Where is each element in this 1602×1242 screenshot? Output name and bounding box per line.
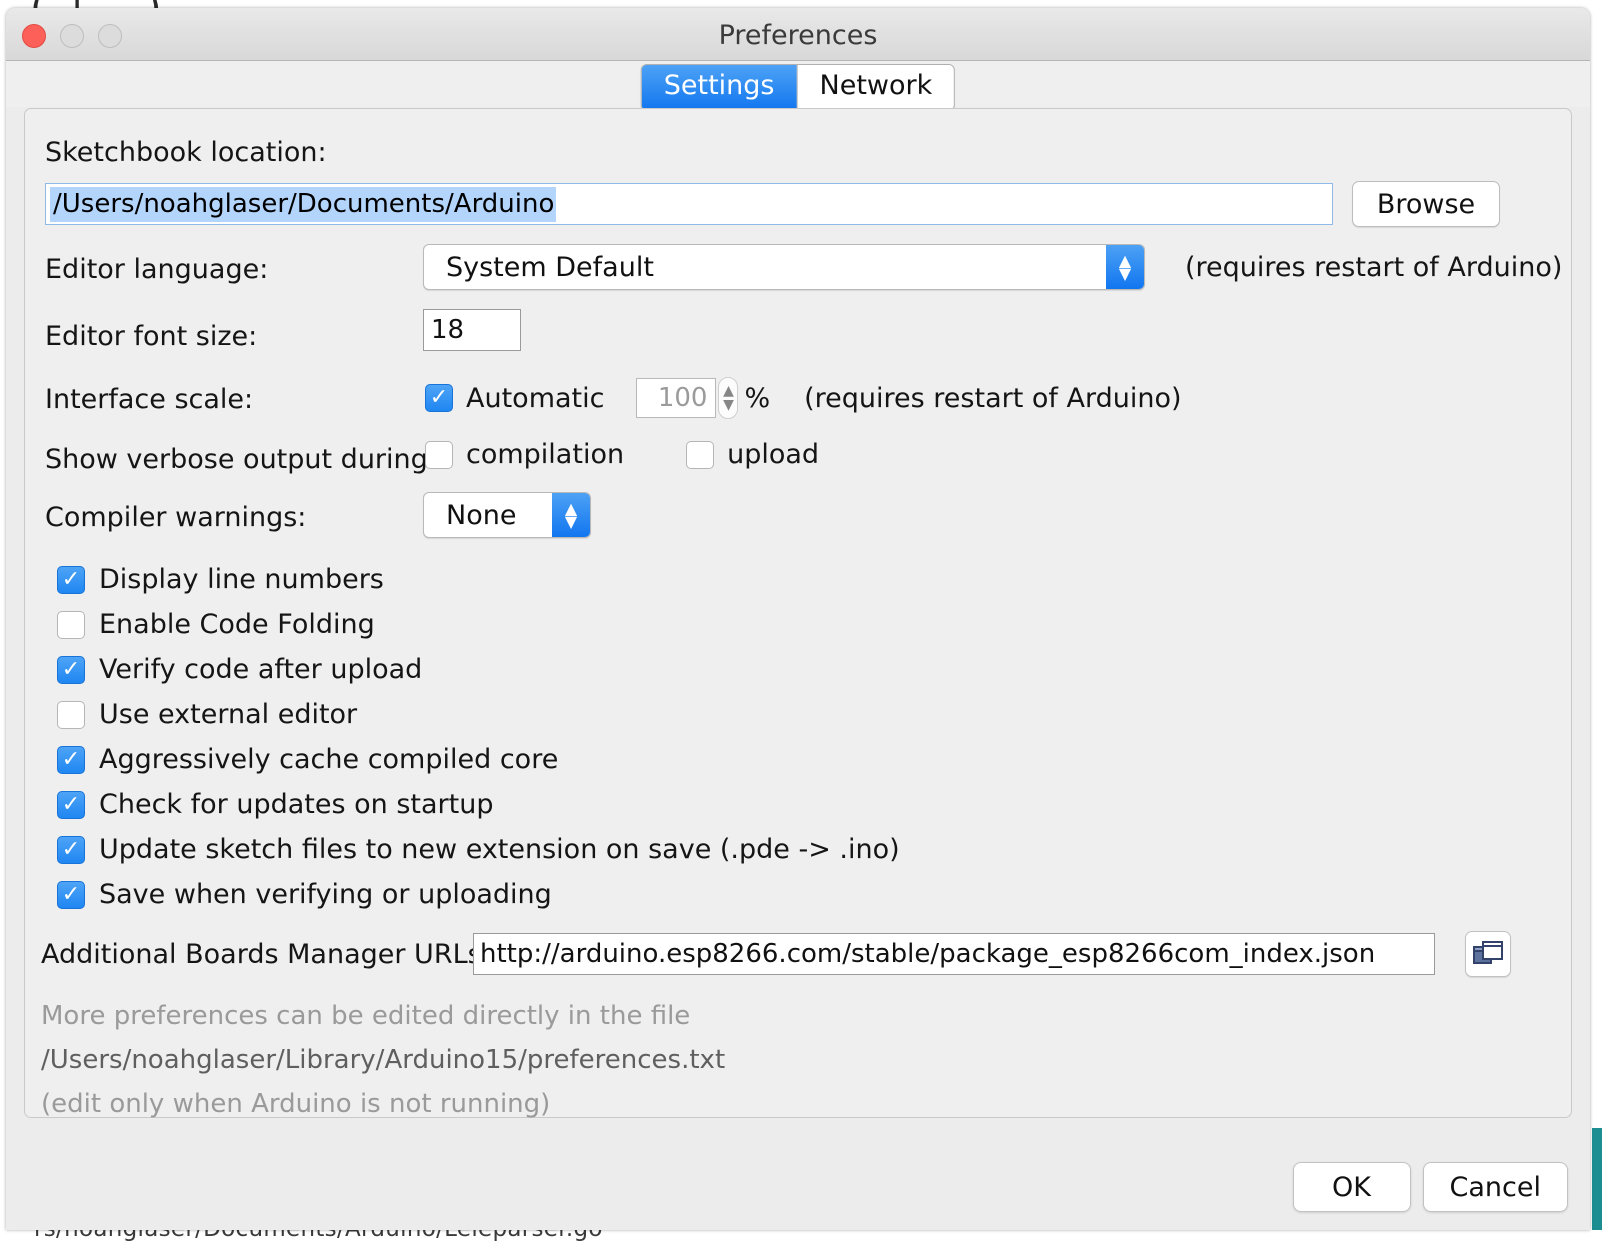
window-title: Preferences xyxy=(718,20,878,51)
display-line-numbers-label: Display line numbers xyxy=(99,564,384,595)
cancel-button[interactable]: Cancel xyxy=(1422,1162,1568,1212)
verify-code-after-upload-checkbox[interactable]: ✓ xyxy=(57,655,85,684)
verify-code-after-upload-label: Verify code after upload xyxy=(99,654,423,685)
tab-network[interactable]: Network xyxy=(797,65,955,110)
checkbox-row-use-external-editor[interactable]: ✓ Use external editor xyxy=(57,692,1357,737)
aggressively-cache-compiled-core-checkbox[interactable]: ✓ xyxy=(57,745,85,774)
display-line-numbers-checkbox[interactable]: ✓ xyxy=(57,565,85,594)
save-when-verifying-label: Save when verifying or uploading xyxy=(99,879,552,910)
editor-font-size-input[interactable]: 18 xyxy=(423,309,521,351)
sketchbook-location-value: /Users/noahglaser/Documents/Arduino xyxy=(50,186,557,222)
check-for-updates-on-startup-label: Check for updates on startup xyxy=(99,789,494,820)
use-external-editor-label: Use external editor xyxy=(99,699,358,730)
settings-panel: Sketchbook location: /Users/noahglaser/D… xyxy=(24,108,1572,1119)
ok-button[interactable]: OK xyxy=(1292,1162,1411,1212)
save-when-verifying-checkbox[interactable]: ✓ xyxy=(57,880,85,909)
interface-scale-row: ✓ Automatic 100 ▲ ▼ % (requires restart o… xyxy=(425,377,1182,419)
checkbox-row-aggressively-cache-compiled-core[interactable]: ✓ Aggressively cache compiled core xyxy=(57,737,1357,782)
verbose-upload-checkbox[interactable]: ✓ xyxy=(686,440,715,469)
chevron-updown-icon: ▲ ▼ xyxy=(1106,245,1144,289)
interface-scale-automatic-label: Automatic xyxy=(466,382,605,414)
footer-note-line1: More preferences can be edited directly … xyxy=(41,1001,691,1031)
footer-note: More preferences can be edited directly … xyxy=(41,994,725,1126)
verbose-output-row: ✓ compilation ✓ upload xyxy=(425,439,819,470)
multiple-windows-icon xyxy=(1473,941,1503,964)
footer-note-line3: (edit only when Arduino is not running) xyxy=(41,1089,551,1119)
editor-language-select[interactable]: System Default ▲ ▼ xyxy=(423,244,1145,290)
boards-manager-urls-row: http://arduino.esp8266.com/stable/packag… xyxy=(473,931,1511,977)
preferences-dialog: Preferences Settings Network Sketchbook … xyxy=(6,8,1590,1230)
interface-scale-value-input[interactable]: 100 xyxy=(636,378,717,418)
checkbox-row-display-line-numbers[interactable]: ✓ Display line numbers xyxy=(57,557,1357,602)
preferences-checkbox-list: ✓ Display line numbers ✓ Enable Code Fol… xyxy=(57,557,1357,917)
compiler-warnings-label: Compiler warnings: xyxy=(45,502,307,533)
enable-code-folding-label: Enable Code Folding xyxy=(99,609,375,640)
open-windows-icon-button[interactable] xyxy=(1465,931,1511,977)
chevron-updown-icon: ▲ ▼ xyxy=(552,493,590,537)
compiler-warnings-row: None ▲ ▼ xyxy=(423,492,591,538)
checkbox-row-check-for-updates-on-startup[interactable]: ✓ Check for updates on startup xyxy=(57,782,1357,827)
background-teal-strip xyxy=(1592,1160,1602,1230)
dialog-button-bar: OK Cancel xyxy=(1292,1162,1568,1212)
checkbox-row-update-sketch-files[interactable]: ✓ Update sketch files to new extension o… xyxy=(57,827,1357,872)
verbose-output-label: Show verbose output during: xyxy=(45,444,437,475)
title-bar: Preferences xyxy=(6,8,1590,61)
tab-strip: Settings Network xyxy=(6,61,1590,111)
editor-language-row: System Default ▲ ▼ (requires restart of A… xyxy=(423,244,1562,290)
update-sketch-files-checkbox[interactable]: ✓ xyxy=(57,835,85,864)
checkbox-row-verify-code-after-upload[interactable]: ✓ Verify code after upload xyxy=(57,647,1357,692)
editor-language-note: (requires restart of Arduino) xyxy=(1185,251,1563,283)
editor-language-label: Editor language: xyxy=(45,254,269,285)
verbose-compilation-checkbox[interactable]: ✓ xyxy=(425,440,453,469)
editor-language-value: System Default xyxy=(446,251,654,283)
sketchbook-location-row: /Users/noahglaser/Documents/Arduino Brow… xyxy=(45,181,1553,227)
boards-manager-urls-label: Additional Boards Manager URLs: xyxy=(41,939,491,970)
browse-button[interactable]: Browse xyxy=(1352,181,1500,227)
update-sketch-files-label: Update sketch files to new extension on … xyxy=(99,834,900,865)
interface-scale-percent-label: % xyxy=(744,382,771,414)
check-for-updates-on-startup-checkbox[interactable]: ✓ xyxy=(57,790,85,819)
checkbox-row-enable-code-folding[interactable]: ✓ Enable Code Folding xyxy=(57,602,1357,647)
compiler-warnings-value: None xyxy=(446,499,517,531)
interface-scale-stepper[interactable]: ▲ ▼ xyxy=(718,377,739,419)
tab-settings[interactable]: Settings xyxy=(641,65,798,110)
interface-scale-note: (requires restart of Arduino) xyxy=(804,382,1182,414)
editor-font-size-row: 18 xyxy=(423,309,521,351)
verbose-compilation-label: compilation xyxy=(466,439,625,470)
background-teal-strip-upper xyxy=(1592,1128,1602,1164)
aggressively-cache-compiled-core-label: Aggressively cache compiled core xyxy=(99,744,559,775)
sketchbook-location-label: Sketchbook location: xyxy=(45,137,327,168)
use-external-editor-checkbox[interactable]: ✓ xyxy=(57,700,85,729)
sketchbook-location-input[interactable]: /Users/noahglaser/Documents/Arduino xyxy=(45,183,1333,225)
checkbox-row-save-when-verifying[interactable]: ✓ Save when verifying or uploading xyxy=(57,872,1357,917)
interface-scale-automatic-checkbox[interactable]: ✓ xyxy=(425,384,453,412)
enable-code-folding-checkbox[interactable]: ✓ xyxy=(57,610,85,639)
footer-note-line2: /Users/noahglaser/Library/Arduino15/pref… xyxy=(41,1045,726,1075)
verbose-upload-label: upload xyxy=(727,439,820,470)
compiler-warnings-select[interactable]: None ▲ ▼ xyxy=(423,492,591,538)
boards-manager-urls-input[interactable]: http://arduino.esp8266.com/stable/packag… xyxy=(473,933,1435,975)
editor-font-size-label: Editor font size: xyxy=(45,321,258,352)
interface-scale-label: Interface scale: xyxy=(45,384,254,415)
